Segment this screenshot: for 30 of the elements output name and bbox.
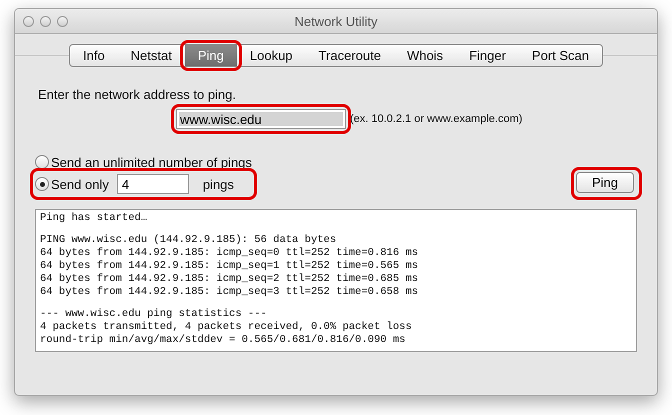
output-line: 64 bytes from 144.92.9.185: icmp_seq=1 ttl=252 time=0.565 ms	[40, 260, 420, 273]
output-line: 64 bytes from 144.92.9.185: icmp_seq=0 ttl=252 time=0.816 ms	[40, 247, 420, 260]
output-line: round-trip min/avg/max/stddev = 0.565/0.681/0.816/0.090 ms	[40, 334, 406, 347]
address-hint: (ex. 10.0.2.1 or www.example.com)	[350, 113, 522, 125]
radio-label: Send only	[51, 176, 109, 192]
prompt-text: Enter the network address to ping.	[38, 87, 238, 102]
tab[interactable]: Traceroute	[306, 45, 394, 66]
window-control-icon[interactable]	[57, 16, 68, 26]
radio-button[interactable]	[35, 155, 49, 169]
tab[interactable]: Lookup	[236, 45, 306, 66]
address-field[interactable]: www.wisc.edu	[176, 109, 346, 129]
suffix-label: pings	[202, 176, 234, 192]
tab[interactable]: Finger	[456, 45, 519, 66]
output-line: 4 packets transmitted, 4 packets received, 0.0% packet loss	[40, 321, 413, 334]
tab[interactable]: Info	[70, 45, 118, 66]
count-field[interactable]: 4	[116, 174, 189, 194]
tab[interactable]: Netstat	[118, 45, 185, 66]
ping-button[interactable]: Ping	[576, 172, 634, 193]
output-line: Ping has started…	[40, 212, 148, 225]
window-control-icon[interactable]	[40, 16, 51, 26]
tab[interactable]: Port Scan	[518, 45, 602, 66]
output-line: --- www.wisc.edu ping statistics ---	[40, 308, 268, 321]
radio-button[interactable]	[35, 177, 49, 191]
output-line: 64 bytes from 144.92.9.185: icmp_seq=2 ttl=252 time=0.685 ms	[40, 273, 420, 286]
tab[interactable]: Ping	[184, 45, 237, 66]
tab[interactable]: Whois	[394, 45, 456, 66]
output-line: PING www.wisc.edu (144.92.9.185): 56 data bytes	[40, 234, 338, 247]
output-line: 64 bytes from 144.92.9.185: icmp_seq=3 ttl=252 time=0.658 ms	[40, 286, 420, 299]
window-control-icon[interactable]	[23, 16, 34, 26]
window-title: Network Utility	[294, 14, 378, 28]
